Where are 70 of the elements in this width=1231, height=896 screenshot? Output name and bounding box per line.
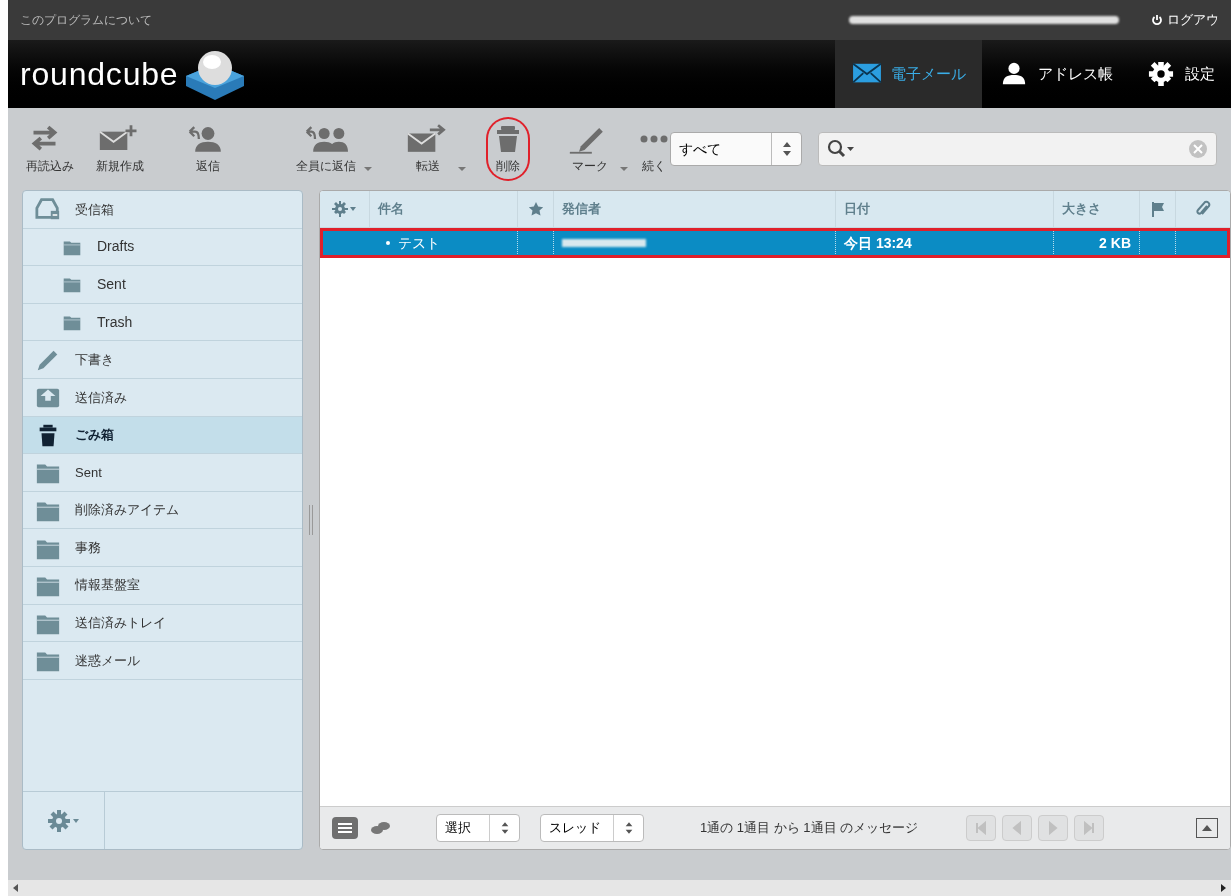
more-dots-icon [640,135,668,143]
updown-icon [623,821,634,835]
horizontal-scrollbar[interactable] [8,880,1231,896]
folder-item[interactable]: Drafts [23,228,302,267]
dropdown-caret-icon[interactable] [620,167,628,171]
folder-item[interactable]: 下書き [23,341,302,379]
folder-item[interactable]: ごみ箱 [23,416,302,455]
message-row[interactable]: テスト 今日 13:24 2 KB [320,228,1230,258]
page-button[interactable] [1074,815,1105,841]
attachment-icon[interactable] [1195,200,1211,218]
dropdown-caret-icon[interactable] [458,167,466,171]
search-field[interactable] [818,132,1217,166]
scroll-right-icon[interactable] [1219,883,1227,893]
list-icon [337,822,353,834]
reply-people-icon [304,123,348,155]
page-button[interactable] [1038,815,1069,841]
star-icon[interactable] [527,201,544,217]
toolbar-button[interactable]: 返信 [178,119,238,179]
toolbar-button[interactable]: 再読込み [18,119,82,179]
folder-item[interactable]: 送信済みトレイ [23,604,302,643]
nav-tab[interactable]: 設定 [1129,40,1231,108]
column-header[interactable]: 日付 [836,191,1054,227]
size-cell-text: 2 KB [1099,233,1131,253]
power-icon [1151,14,1163,26]
logo-text: roundcube [20,55,179,94]
nav-tab[interactable]: 電子メール [835,40,982,108]
flag-icon[interactable] [1150,201,1165,217]
folder-item[interactable]: Sent [23,454,302,492]
gear-icon [46,808,81,833]
updown-icon [499,821,510,835]
folder-item[interactable]: 削除済みアイテム [23,491,302,530]
first-page-icon [974,821,989,835]
folder-item[interactable]: 事務 [23,529,302,567]
folder-item[interactable]: Trash [23,303,302,342]
filter-dropdown[interactable]: すべて [670,132,802,166]
dropdown-caret-icon[interactable] [364,167,372,171]
subject-cell-text: テスト [398,233,440,253]
scroll-left-icon[interactable] [12,883,20,893]
nav-tab[interactable]: アドレス帳 [982,40,1129,108]
folder-item[interactable]: 受信箱 [23,191,302,229]
toolbar-button[interactable]: 全員に返信 [288,119,364,179]
folder-item[interactable]: 迷惑メール [23,642,302,680]
trash-icon [497,126,519,152]
clear-icon[interactable] [1188,139,1208,159]
about-link[interactable]: このプログラムについて [20,11,152,29]
toolbar-button[interactable]: 新規作成 [88,119,152,179]
chat-bubbles-icon [369,821,391,835]
search-icon [827,139,857,159]
folder-item[interactable]: 送信済み [23,378,302,417]
preview-toggle-button[interactable] [1196,818,1218,838]
list-view-button[interactable] [332,817,358,839]
toolbar-button[interactable]: 転送 [398,119,458,179]
message-count: 1通の 1通目 から 1通目 のメッセージ [700,819,919,838]
date-cell-text: 今日 13:24 [844,233,912,253]
up-triangle-icon [1201,824,1213,832]
updown-icon [780,141,793,157]
page-button[interactable] [1002,815,1033,841]
toolbar-button[interactable]: 削除 [488,119,528,179]
folder-icon [61,275,83,294]
folder-icon [61,313,83,332]
logout-link[interactable]: ログアウ [1167,10,1219,30]
dropdown[interactable]: 選択 [436,814,520,842]
last-page-icon [1082,821,1097,835]
settings-icon[interactable] [331,201,358,217]
page-button[interactable] [966,815,997,841]
filter-value: すべて [678,139,722,159]
toolbar-button[interactable]: マーク [560,119,620,179]
dropdown[interactable]: スレッド [540,814,644,842]
folder-item[interactable]: 情報基盤室 [23,566,302,605]
folder-item[interactable]: Sent [23,266,302,304]
